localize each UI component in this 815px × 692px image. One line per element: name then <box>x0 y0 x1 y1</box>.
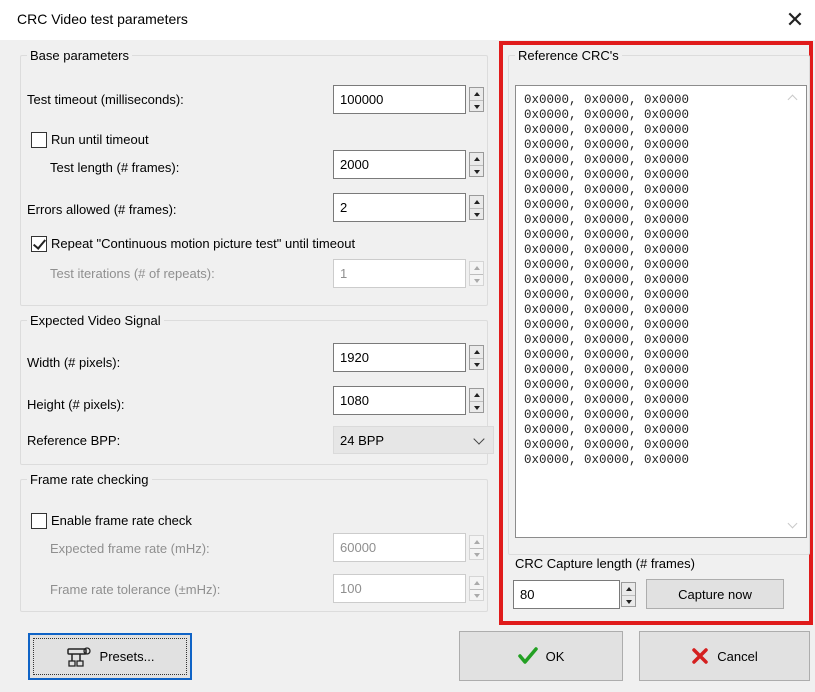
reference-crc-textarea[interactable]: 0x0000, 0x0000, 0x0000 0x0000, 0x0000, 0… <box>515 85 807 538</box>
spin-up-icon <box>473 581 480 585</box>
expected-frame-rate-label: Expected frame rate (mHz): <box>50 541 210 556</box>
test-length-arrows[interactable] <box>469 152 484 177</box>
crc-capture-length-label: CRC Capture length (# frames) <box>515 556 695 571</box>
spin-up-icon <box>473 157 480 161</box>
test-timeout-spinner <box>333 85 484 114</box>
spin-down-icon <box>473 406 480 410</box>
capture-now-label: Capture now <box>678 586 752 602</box>
spin-down-icon <box>473 213 480 217</box>
run-until-timeout-checkbox[interactable] <box>31 132 47 148</box>
width-arrows[interactable] <box>469 345 484 370</box>
expected-frame-rate-arrows[interactable] <box>469 535 484 560</box>
chevron-down-icon <box>473 433 485 445</box>
frame-rate-tolerance-input[interactable] <box>333 574 466 603</box>
spin-up-icon <box>473 266 480 270</box>
spin-up-icon <box>625 587 632 591</box>
test-length-spinner <box>333 150 484 179</box>
crc-capture-length-spinner <box>513 580 638 609</box>
errors-allowed-spinner <box>333 193 484 222</box>
frame-rate-tolerance-arrows[interactable] <box>469 576 484 601</box>
height-label: Height (# pixels): <box>27 397 125 412</box>
spin-down-icon <box>473 105 480 109</box>
window-title: CRC Video test parameters <box>17 11 188 27</box>
title-bar: CRC Video test parameters ✕ <box>0 0 815 40</box>
green-check-icon <box>517 647 538 665</box>
spin-down-icon <box>473 170 480 174</box>
presets-tool-icon <box>66 646 92 668</box>
width-input[interactable] <box>333 343 466 372</box>
spin-down-icon <box>473 363 480 367</box>
reference-crc-values: 0x0000, 0x0000, 0x0000 0x0000, 0x0000, 0… <box>524 93 690 467</box>
spin-up-icon <box>473 350 480 354</box>
ok-label: OK <box>545 648 565 664</box>
enable-frame-rate-label: Enable frame rate check <box>51 513 192 528</box>
expected-frame-rate-input[interactable] <box>333 533 466 562</box>
scroll-down-icon[interactable] <box>787 518 798 529</box>
spin-up-icon <box>473 540 480 544</box>
spin-down-icon <box>473 594 480 598</box>
cancel-button[interactable]: Cancel <box>639 631 810 681</box>
expected-video-signal-legend: Expected Video Signal <box>30 313 161 328</box>
presets-button[interactable]: Presets... <box>28 633 192 680</box>
reference-bpp-label: Reference BPP: <box>27 433 121 448</box>
errors-allowed-input[interactable] <box>333 193 466 222</box>
repeat-test-checkbox[interactable] <box>31 236 47 252</box>
test-iterations-label: Test iterations (# of repeats): <box>50 266 215 281</box>
cancel-label: Cancel <box>717 648 758 664</box>
test-timeout-arrows[interactable] <box>469 87 484 112</box>
ok-button[interactable]: OK <box>459 631 623 681</box>
red-x-icon <box>691 647 709 665</box>
close-button[interactable]: ✕ <box>775 0 815 40</box>
test-timeout-label: Test timeout (milliseconds): <box>27 92 184 107</box>
crc-capture-length-input[interactable] <box>513 580 620 609</box>
run-until-timeout-label: Run until timeout <box>51 132 149 147</box>
errors-allowed-label: Errors allowed (# frames): <box>27 202 177 217</box>
crc-capture-length-arrows[interactable] <box>621 582 636 607</box>
width-label: Width (# pixels): <box>27 355 121 370</box>
spin-up-icon <box>473 393 480 397</box>
expected-frame-rate-spinner <box>333 533 484 562</box>
reference-bpp-value: 24 BPP <box>340 433 385 448</box>
base-parameters-legend: Base parameters <box>30 48 129 63</box>
test-length-input[interactable] <box>333 150 466 179</box>
spin-down-icon <box>473 553 480 557</box>
crc-video-test-dialog: CRC Video test parameters ✕ Base paramet… <box>0 0 815 692</box>
spin-up-icon <box>473 92 480 96</box>
capture-now-button[interactable]: Capture now <box>646 579 784 609</box>
frame-rate-checking-legend: Frame rate checking <box>30 472 149 487</box>
width-spinner <box>333 343 484 372</box>
spin-down-icon <box>625 600 632 604</box>
test-length-label: Test length (# frames): <box>50 160 180 175</box>
presets-label: Presets... <box>99 649 155 664</box>
enable-frame-rate-checkbox[interactable] <box>31 513 47 529</box>
spin-up-icon <box>473 200 480 204</box>
reference-crcs-legend: Reference CRC's <box>518 48 619 63</box>
errors-allowed-arrows[interactable] <box>469 195 484 220</box>
height-spinner <box>333 386 484 415</box>
frame-rate-tolerance-spinner <box>333 574 484 603</box>
reference-bpp-select[interactable]: 24 BPP <box>333 426 494 454</box>
height-input[interactable] <box>333 386 466 415</box>
spin-down-icon <box>473 279 480 283</box>
repeat-test-label: Repeat "Continuous motion picture test" … <box>51 236 356 251</box>
checkmark-icon <box>32 236 47 250</box>
test-iterations-arrows[interactable] <box>469 261 484 286</box>
scroll-up-icon[interactable] <box>787 94 798 105</box>
frame-rate-tolerance-label: Frame rate tolerance (±mHz): <box>50 582 221 597</box>
height-arrows[interactable] <box>469 388 484 413</box>
test-timeout-input[interactable] <box>333 85 466 114</box>
test-iterations-input[interactable] <box>333 259 466 288</box>
test-iterations-spinner <box>333 259 484 288</box>
